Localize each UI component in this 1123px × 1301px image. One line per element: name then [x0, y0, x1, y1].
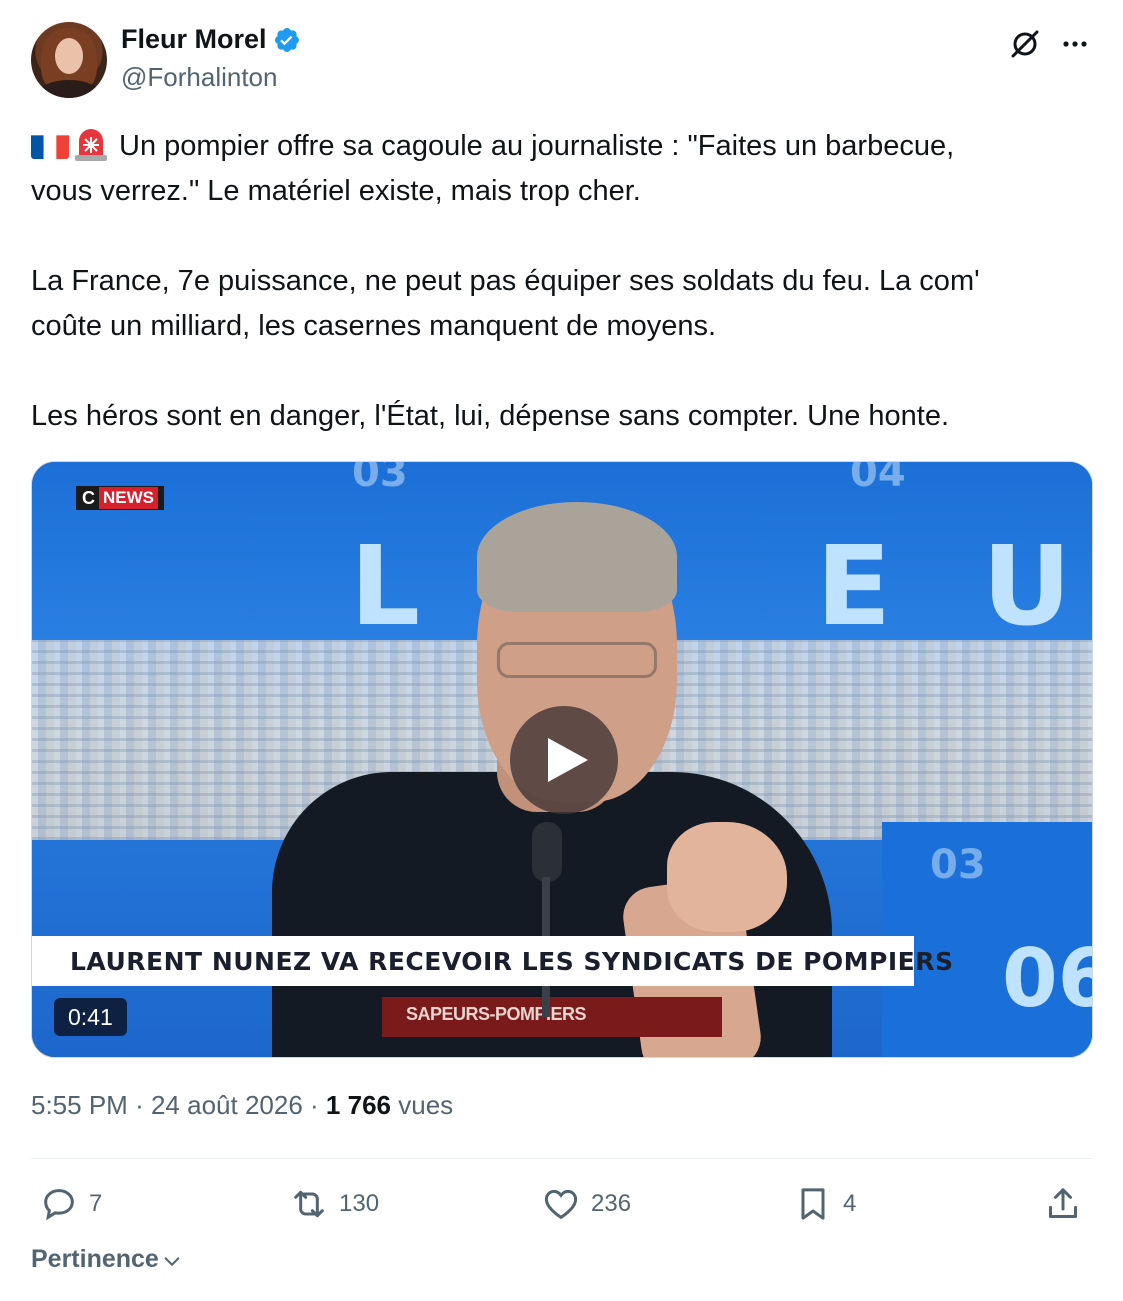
tweet-text: Un pompier offre sa cagoule au journalis…: [31, 124, 1097, 439]
cnews-logo: C NEWS: [76, 486, 164, 510]
share-button[interactable]: [1043, 1176, 1083, 1232]
news-banner: LAURENT NUNEZ VA RECEVOIR LES SYNDICATS …: [32, 936, 953, 986]
bookmark-count: 4: [843, 1190, 857, 1217]
sort-label: Pertinence: [31, 1245, 159, 1273]
tweet-line-3: La France, 7e puissance, ne peut pas équ…: [31, 265, 980, 297]
tweet-line-1: Un pompier offre sa cagoule au journalis…: [31, 124, 1097, 169]
views-label: vues: [398, 1090, 454, 1120]
rotating-light-emoji: [71, 125, 111, 161]
divider: [31, 1158, 1093, 1159]
avatar[interactable]: [31, 22, 107, 98]
like-count: 236: [591, 1190, 632, 1217]
play-button[interactable]: [510, 706, 618, 814]
bg-letter: U: [982, 522, 1072, 650]
bg-number: 06: [1002, 932, 1092, 1025]
author-display-name[interactable]: Fleur Morel: [121, 24, 267, 55]
tweet-line-2: vous verrez." Le matériel existe, mais t…: [31, 175, 641, 207]
french-flag-emoji: [31, 131, 69, 159]
heart-icon: [544, 1189, 578, 1220]
video-player[interactable]: L E U 03 04 03 06 SAPEURS-POMPIERS C NEW…: [31, 461, 1093, 1058]
action-bar: 7 130 236 4: [31, 1176, 1093, 1232]
like-button[interactable]: 236: [541, 1176, 631, 1232]
tweet-line-4: coûte un milliard, les casernes manquent…: [31, 310, 717, 342]
tweet-header: Fleur Morel @Forhalinton: [31, 22, 1093, 100]
reply-button[interactable]: 7: [39, 1176, 102, 1232]
reply-count: 7: [89, 1190, 103, 1217]
grok-icon[interactable]: [1007, 26, 1043, 62]
chevron-down-icon: [164, 1256, 180, 1266]
author-name-row[interactable]: Fleur Morel: [121, 24, 301, 55]
views-count: 1 766: [325, 1090, 391, 1120]
repost-count: 130: [339, 1190, 380, 1217]
video-duration: 0:41: [54, 998, 127, 1036]
bookmark-icon: [801, 1188, 825, 1220]
microphone: [532, 822, 562, 882]
bookmark-button[interactable]: 4: [793, 1176, 856, 1232]
play-icon: [548, 738, 588, 782]
tweet-date[interactable]: 24 août 2026: [151, 1090, 303, 1120]
tweet-meta: 5:55 PM · 24 août 2026 · 1 766 vues: [31, 1090, 454, 1120]
shirt-text: SAPEURS-POMPIERS: [406, 1004, 587, 1024]
sort-dropdown[interactable]: Pertinence: [31, 1245, 183, 1274]
verified-badge-icon: [274, 27, 299, 52]
more-icon[interactable]: [1057, 26, 1093, 62]
repost-icon: [294, 1190, 324, 1218]
bg-number: 04: [850, 461, 906, 496]
bg-number: 03: [930, 842, 986, 888]
tweet-time[interactable]: 5:55 PM: [31, 1090, 128, 1120]
author-handle[interactable]: @Forhalinton: [121, 62, 277, 93]
bg-number: 03: [352, 461, 408, 496]
share-icon: [1049, 1188, 1077, 1218]
reply-icon: [44, 1189, 74, 1221]
repost-button[interactable]: 130: [289, 1176, 379, 1232]
tweet-line-5: Les héros sont en danger, l'État, lui, d…: [31, 400, 950, 432]
